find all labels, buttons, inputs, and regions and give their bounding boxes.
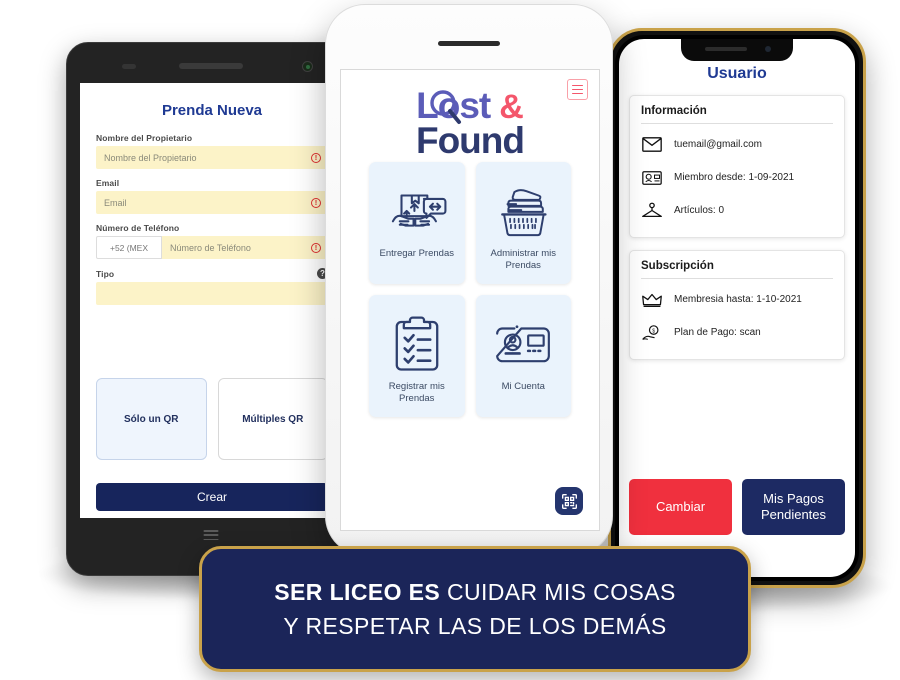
right-phone-action-buttons: Cambiar Mis Pagos Pendientes [619, 479, 855, 535]
qr-option-multiples-qr[interactable]: Múltiples QR [217, 378, 328, 460]
right-phone-screen: Usuario Información tuemail@gmail.com Mi… [619, 39, 855, 577]
telefono-input[interactable]: Número de Teléfono ! [162, 236, 328, 259]
input-placeholder: Nombre del Propietario [104, 152, 197, 163]
svg-text:$: $ [652, 328, 655, 334]
field-telefono: Número de Teléfono +52 (MEX Número de Te… [80, 223, 344, 259]
menu-card-mi-cuenta[interactable]: Mi Cuenta [475, 295, 571, 417]
field-nombre-propietario: Nombre del Propietario Nombre del Propie… [80, 133, 344, 169]
mis-pagos-pendientes-button[interactable]: Mis Pagos Pendientes [742, 479, 845, 535]
sub-row-membresia: Membresia hasta: 1-10-2021 [641, 283, 833, 316]
field-tipo: Tipo ? [80, 268, 344, 305]
info-row-email: tuemail@gmail.com [641, 128, 833, 161]
info-value: tuemail@gmail.com [674, 139, 762, 150]
cambiar-button[interactable]: Cambiar [629, 479, 732, 535]
center-phone-device: Lost & Found Entregar Prendas Administra… [325, 4, 613, 556]
menu-card-administrar-mis-prendas[interactable]: Administrar mis Prendas [475, 162, 571, 284]
left-phone-screen: Prenda Nueva Nombre del Propietario Nomb… [80, 83, 344, 518]
promo-composition: Prenda Nueva Nombre del Propietario Nomb… [0, 0, 900, 680]
earpiece-speaker [705, 47, 747, 51]
error-icon: ! [311, 197, 321, 208]
id-card-icon [492, 307, 554, 381]
android-menu-button[interactable] [203, 530, 219, 541]
error-icon: ! [311, 242, 321, 253]
info-value: Miembro desde: 1-09-2021 [674, 172, 795, 183]
input-placeholder: Email [104, 197, 127, 208]
field-label: Email [96, 178, 120, 188]
sub-value: Membresia hasta: 1-10-2021 [674, 294, 802, 305]
promo-banner: SER LICEO ES CUIDAR MIS COSAS Y RESPETAR… [199, 546, 751, 672]
input-placeholder: Número de Teléfono [170, 242, 251, 253]
banner-line-2-text: Y RESPETAR LAS DE LOS DEMÁS [283, 613, 667, 639]
menu-card-registrar-mis-prendas[interactable]: Registrar mis Prendas [369, 295, 465, 417]
app-logo: Lost & Found [341, 70, 599, 161]
laundry-basket-icon [492, 174, 554, 248]
envelope-icon [641, 137, 663, 152]
section-heading: Subscripción [641, 260, 833, 279]
info-row-articulos: Artículos: 0 [641, 194, 833, 227]
qr-scan-fab-button[interactable] [555, 487, 583, 515]
qr-option-solo-un-qr[interactable]: Sólo un QR [96, 378, 207, 460]
field-label-row: Tipo ? [96, 268, 328, 279]
menu-card-label: Entregar Prendas [379, 248, 454, 259]
email-input[interactable]: Email ! [96, 191, 328, 214]
menu-card-entregar-prendas[interactable]: Entregar Prendas [369, 162, 465, 284]
page-title: Usuario [707, 65, 767, 82]
banner-line-2: Y RESPETAR LAS DE LOS DEMÁS [283, 609, 666, 644]
main-menu-grid: Entregar Prendas Administrar mis Prendas… [341, 162, 599, 417]
error-icon: ! [311, 152, 321, 163]
menu-card-label: Registrar mis Prendas [388, 381, 445, 404]
phone-input-group: +52 (MEX Número de Teléfono ! [96, 236, 328, 259]
earpiece-speaker [179, 63, 243, 69]
sub-row-plan-de-pago: $ Plan de Pago: scan [641, 316, 833, 349]
informacion-card: Información tuemail@gmail.com Miembro de… [629, 95, 845, 238]
center-phone-screen: Lost & Found Entregar Prendas Administra… [340, 69, 600, 531]
nombre-propietario-input[interactable]: Nombre del Propietario ! [96, 146, 328, 169]
front-camera-icon [765, 46, 771, 52]
left-phone-device: Prenda Nueva Nombre del Propietario Nomb… [66, 42, 356, 576]
info-value: Artículos: 0 [674, 205, 725, 216]
menu-card-label: Administrar mis Prendas [490, 248, 556, 271]
right-phone-bezel: Usuario Información tuemail@gmail.com Mi… [615, 35, 859, 581]
field-label: Número de Teléfono [96, 223, 180, 233]
field-email: Email Email ! [80, 178, 344, 214]
field-label: Nombre del Propietario [96, 133, 193, 143]
country-code-select[interactable]: +52 (MEX [96, 236, 162, 259]
banner-line-1-bold: SER LICEO ES [274, 578, 441, 605]
proximity-sensor-icon [122, 64, 136, 69]
logo-line-1: Lost & [341, 84, 599, 124]
page-title: Prenda Nueva [161, 102, 263, 119]
clipboard-checklist-icon [388, 307, 446, 381]
logo-word-found: Found [415, 120, 525, 161]
hanger-icon [641, 202, 663, 219]
logo-ampersand: & [499, 88, 524, 126]
right-phone-device: Usuario Información tuemail@gmail.com Mi… [608, 28, 866, 588]
earpiece-speaker [438, 41, 500, 46]
crown-icon [641, 292, 663, 308]
section-heading: Información [641, 105, 833, 124]
menu-card-label: Mi Cuenta [501, 381, 545, 392]
banner-line-1: SER LICEO ES CUIDAR MIS COSAS [274, 575, 675, 610]
subscripcion-card: Subscripción Membresia hasta: 1-10-2021 … [629, 250, 845, 360]
logo-word-lost: Lost [416, 85, 491, 126]
phone-notch [681, 39, 793, 61]
left-phone-bezel-top [67, 43, 355, 83]
money-hand-icon: $ [641, 324, 663, 342]
front-camera-icon [302, 61, 313, 72]
qr-option-group: Sólo un QR Múltiples QR [80, 378, 344, 460]
crear-button[interactable]: Crear [96, 483, 328, 511]
handoff-package-icon [386, 174, 448, 248]
field-label: Tipo [96, 268, 115, 279]
tipo-input[interactable] [96, 282, 328, 305]
info-row-miembro-desde: Miembro desde: 1-09-2021 [641, 161, 833, 194]
banner-line-1-rest: CUIDAR MIS COSAS [446, 578, 676, 605]
id-badge-icon [641, 170, 663, 186]
sub-value: Plan de Pago: scan [674, 327, 761, 338]
